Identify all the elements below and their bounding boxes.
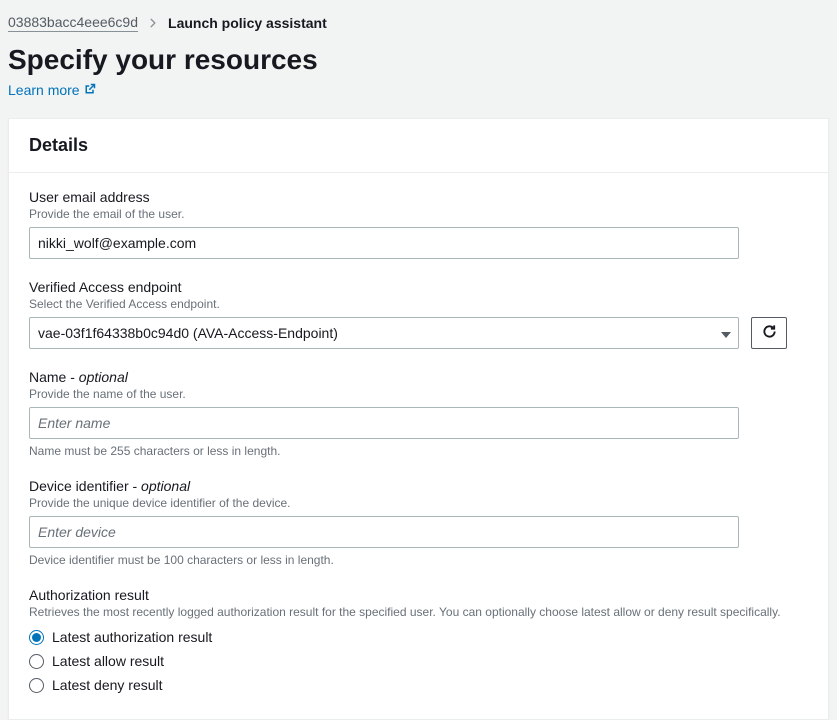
radio-icon [29,678,44,693]
breadcrumb: 03883bacc4eee6c9d Launch policy assistan… [0,0,837,40]
device-desc: Provide the unique device identifier of … [29,496,808,510]
radio-icon [29,630,44,645]
radio-label: Latest deny result [52,677,163,693]
device-label: Device identifier - optional [29,478,808,494]
learn-more-text: Learn more [8,82,80,98]
radio-label: Latest allow result [52,653,164,669]
details-card: Details User email address Provide the e… [8,118,829,720]
name-hint: Name must be 255 characters or less in l… [29,444,808,458]
auth-desc: Retrieves the most recently logged autho… [29,605,808,619]
learn-more-link[interactable]: Learn more [8,82,96,98]
device-input[interactable] [29,516,739,548]
radio-label: Latest authorization result [52,629,212,645]
email-desc: Provide the email of the user. [29,207,808,221]
email-input[interactable] [29,227,739,259]
field-device: Device identifier - optional Provide the… [29,478,808,567]
field-endpoint: Verified Access endpoint Select the Veri… [29,279,808,349]
page-title: Specify your resources [8,44,829,76]
name-input[interactable] [29,407,739,439]
endpoint-select[interactable]: vae-03f1f64338b0c94d0 (AVA-Access-Endpoi… [29,317,739,349]
breadcrumb-prev-link[interactable]: 03883bacc4eee6c9d [8,14,138,32]
device-hint: Device identifier must be 100 characters… [29,553,808,567]
refresh-button[interactable] [751,317,787,349]
name-desc: Provide the name of the user. [29,387,808,401]
chevron-right-icon [148,15,158,31]
endpoint-desc: Select the Verified Access endpoint. [29,297,808,311]
breadcrumb-current: Launch policy assistant [168,15,327,31]
page-header: Specify your resources Learn more [0,40,837,118]
email-label: User email address [29,189,808,205]
radio-icon [29,654,44,669]
field-auth-result: Authorization result Retrieves the most … [29,587,808,693]
auth-label: Authorization result [29,587,808,603]
radio-latest-deny[interactable]: Latest deny result [29,677,808,693]
field-email: User email address Provide the email of … [29,189,808,259]
card-title: Details [9,119,828,173]
field-name: Name - optional Provide the name of the … [29,369,808,458]
name-label: Name - optional [29,369,808,385]
external-link-icon [84,82,96,98]
radio-latest-authorization[interactable]: Latest authorization result [29,629,808,645]
refresh-icon [762,324,777,342]
radio-latest-allow[interactable]: Latest allow result [29,653,808,669]
endpoint-label: Verified Access endpoint [29,279,808,295]
